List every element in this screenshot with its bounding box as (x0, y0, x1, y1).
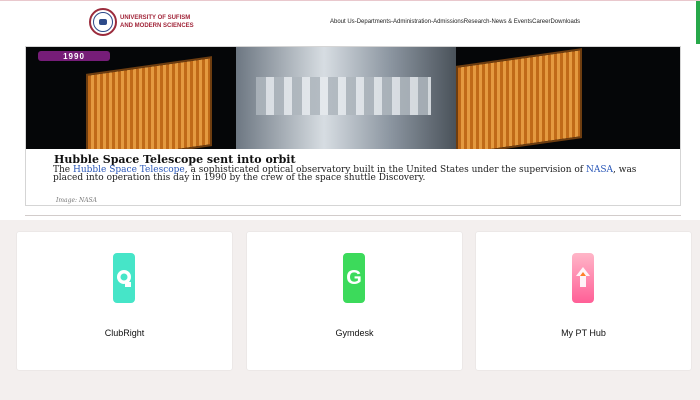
app-card-my-pt-hub[interactable]: My PT Hub (476, 232, 691, 370)
logo-line-1: UNIVERSITY OF SUFISM (120, 15, 191, 21)
nav-admissions[interactable]: Admissions (433, 19, 464, 25)
main-navigation: About Us - Departments - Administration … (330, 19, 580, 25)
hubble-telescope-image: 1990 (26, 47, 680, 149)
nav-departments[interactable]: Departments (357, 19, 391, 25)
gymdesk-logo-icon: G (343, 253, 365, 303)
nav-news-events[interactable]: News & Events (491, 19, 532, 25)
app-card-clubright[interactable]: ClubRight (17, 232, 232, 370)
site-header: UNIVERSITY OF SUFISM AND MODERN SCIENCES… (0, 0, 700, 45)
year-badge: 1990 (38, 51, 110, 61)
mypthub-logo-icon (572, 253, 594, 303)
nav-administration[interactable]: Administration (393, 19, 431, 25)
news-card[interactable]: 1990 Hubble Space Telescope sent into or… (25, 46, 681, 206)
logo-text: UNIVERSITY OF SUFISM AND MODERN SCIENCES (120, 14, 194, 30)
clubright-logo-icon (113, 253, 135, 303)
logo-line-2: AND MODERN SCIENCES (120, 23, 194, 29)
nav-research[interactable]: Research (464, 19, 490, 25)
header-accent-bar (696, 1, 700, 45)
section-divider (25, 215, 681, 216)
university-logo[interactable]: UNIVERSITY OF SUFISM AND MODERN SCIENCES (89, 8, 194, 36)
app-card-gymdesk[interactable]: G Gymdesk (247, 232, 462, 370)
solar-panel-right (456, 48, 582, 149)
news-description: The Hubble Space Telescope, a sophistica… (53, 165, 637, 183)
nav-downloads[interactable]: Downloads (550, 19, 580, 25)
nasa-link[interactable]: NASA (586, 165, 613, 175)
image-credit: Image: NASA (56, 197, 97, 204)
nav-about-us[interactable]: About Us (330, 19, 355, 25)
app-name-my-pt-hub: My PT Hub (561, 328, 606, 338)
app-name-gymdesk: Gymdesk (335, 328, 374, 338)
solar-panel-left (86, 56, 212, 149)
app-name-clubright: ClubRight (104, 328, 145, 338)
telescope-body (236, 47, 456, 149)
university-seal-icon (89, 8, 117, 36)
nav-career[interactable]: Career (532, 19, 550, 25)
